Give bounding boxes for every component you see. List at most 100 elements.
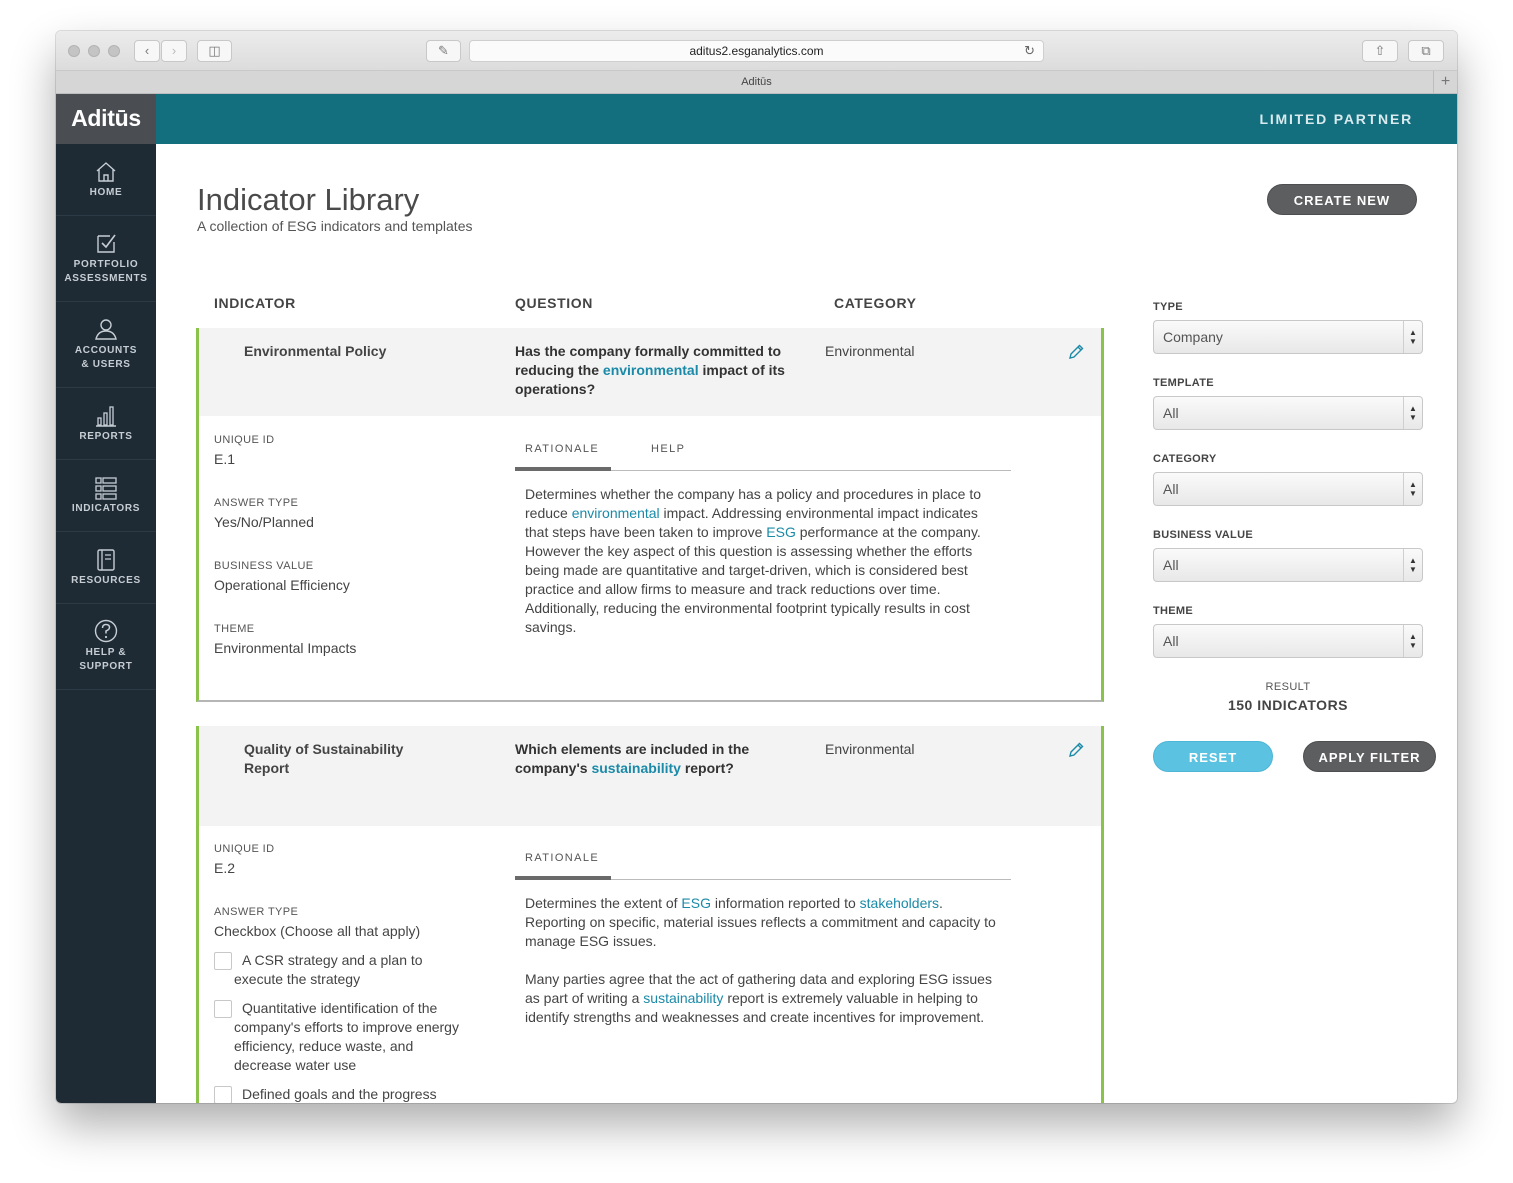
filter-business-value-label: BUSINESS VALUE: [1153, 529, 1253, 541]
select-value: All: [1163, 405, 1179, 421]
address-bar[interactable]: aditus2.esganalytics.com ↻: [469, 40, 1044, 62]
sidebar-nav: HOME PORTFOLIO ASSESSMENTS ACCOUNTS & US…: [56, 144, 156, 1103]
sidebar-toggle-icon[interactable]: ◫: [197, 40, 232, 62]
back-icon[interactable]: ‹: [134, 40, 160, 62]
filter-template-select[interactable]: All ▲ ▼: [1153, 396, 1423, 430]
book-icon: [97, 549, 115, 571]
select-value: All: [1163, 633, 1179, 649]
sidebar-item-label: REPORTS: [79, 431, 133, 442]
answer-option-checkbox[interactable]: [214, 1000, 232, 1018]
business-value-value: Operational Efficiency: [214, 577, 350, 593]
glossary-link[interactable]: sustainability: [643, 990, 723, 1006]
user-icon: [95, 319, 117, 340]
answer-option-checkbox[interactable]: [214, 952, 232, 970]
sidebar-item-label: SUPPORT: [79, 661, 133, 672]
share-icon[interactable]: ⇧: [1362, 40, 1398, 62]
sidebar-item-portfolio-assessments[interactable]: PORTFOLIO ASSESSMENTS: [56, 216, 156, 302]
select-arrows-icon: ▲ ▼: [1403, 549, 1422, 581]
select-value: Company: [1163, 329, 1223, 345]
checkbox-icon: [97, 234, 116, 253]
filter-theme-select[interactable]: All ▲ ▼: [1153, 624, 1423, 658]
rationale-text: Many parties agree that the act of gathe…: [525, 971, 992, 1025]
active-tab-indicator: [515, 876, 611, 880]
glossary-link[interactable]: sustainability: [591, 760, 680, 776]
indicator-card-header[interactable]: Quality of Sustainability Report Which e…: [199, 726, 1101, 826]
main-content: Indicator Library A collection of ESG in…: [156, 144, 1457, 1103]
tab-help[interactable]: HELP: [651, 443, 685, 455]
sidebar-item-home[interactable]: HOME: [56, 144, 156, 216]
filter-type-select[interactable]: Company ▲ ▼: [1153, 320, 1423, 354]
sidebar-item-reports[interactable]: REPORTS: [56, 388, 156, 460]
select-arrows-icon: ▲ ▼: [1403, 473, 1422, 505]
sidebar-item-label: ACCOUNTS: [74, 345, 138, 356]
create-new-button[interactable]: CREATE NEW: [1267, 184, 1417, 215]
reload-icon[interactable]: ↻: [1024, 41, 1035, 61]
filter-theme-label: THEME: [1153, 605, 1193, 617]
answer-type-value: Checkbox (Choose all that apply): [214, 923, 421, 939]
answer-type-label: ANSWER TYPE: [214, 497, 299, 509]
select-arrows-icon: ▲ ▼: [1403, 397, 1422, 429]
tabs-overview-icon[interactable]: ⧉: [1408, 40, 1444, 62]
select-value: All: [1163, 481, 1179, 497]
unique-id-value: E.2: [214, 860, 236, 876]
filter-category-select[interactable]: All ▲ ▼: [1153, 472, 1423, 506]
sidebar-item-help-support[interactable]: HELP & SUPPORT: [56, 604, 156, 690]
minimize-window-button[interactable]: [88, 45, 100, 57]
home-icon: [96, 162, 116, 182]
column-header-question[interactable]: QUESTION: [515, 295, 593, 311]
theme-value: Environmental Impacts: [214, 640, 357, 656]
indicator-card-header[interactable]: Environmental Policy Has the company for…: [199, 328, 1101, 416]
new-tab-icon[interactable]: +: [1433, 71, 1457, 93]
column-header-category[interactable]: CATEGORY: [834, 295, 917, 311]
select-arrows-icon: ▲ ▼: [1403, 321, 1422, 353]
rationale-text: Determines whether the company has a pol…: [525, 486, 982, 635]
glossary-link[interactable]: ESG: [766, 524, 796, 540]
indicator-question: Has the company formally committed to re…: [515, 343, 785, 397]
forward-icon[interactable]: ›: [161, 40, 187, 62]
close-window-button[interactable]: [68, 45, 80, 57]
tab-rationale[interactable]: RATIONALE: [525, 443, 599, 455]
filter-type-label: TYPE: [1153, 301, 1183, 313]
answer-type-value: Yes/No/Planned: [214, 514, 314, 530]
edit-pencil-icon[interactable]: [1067, 741, 1085, 759]
glossary-link[interactable]: stakeholders: [860, 895, 939, 911]
list-icon: [95, 477, 117, 500]
sidebar-item-accounts-users[interactable]: ACCOUNTS & USERS: [56, 302, 156, 388]
answer-option-label: Quantitative identification of the compa…: [234, 1000, 459, 1073]
tab-bar: Aditūs +: [56, 71, 1457, 94]
sidebar-item-label: INDICATORS: [71, 503, 141, 514]
sidebar-item-resources[interactable]: RESOURCES: [56, 532, 156, 604]
filter-category-label: CATEGORY: [1153, 453, 1217, 465]
indicator-card: Quality of Sustainability Report Which e…: [196, 726, 1104, 1103]
glossary-link[interactable]: environmental: [572, 505, 660, 521]
sidebar-item-label: RESOURCES: [71, 575, 141, 586]
answer-option-checkbox[interactable]: [214, 1086, 232, 1103]
business-value-label: BUSINESS VALUE: [214, 560, 314, 572]
sidebar-item-label: HOME: [89, 187, 123, 198]
app-logo[interactable]: Aditūs: [56, 94, 156, 144]
sidebar-item-indicators[interactable]: INDICATORS: [56, 460, 156, 532]
bar-chart-icon: [96, 406, 116, 427]
zoom-window-button[interactable]: [108, 45, 120, 57]
glossary-link[interactable]: ESG: [681, 895, 711, 911]
tab-rationale[interactable]: RATIONALE: [525, 852, 599, 864]
result-label: RESULT: [1265, 681, 1311, 693]
column-header-indicator[interactable]: INDICATOR: [214, 295, 296, 311]
rationale-text: Determines the extent of ESG information…: [525, 895, 996, 949]
browser-window: ‹ › ◫ ✎ aditus2.esganalytics.com ↻ ⇧ ⧉ A…: [56, 31, 1457, 1103]
reader-icon[interactable]: ✎: [426, 40, 461, 62]
glossary-link[interactable]: environmental: [603, 362, 699, 378]
indicator-name: Environmental Policy: [244, 343, 387, 359]
theme-label: THEME: [214, 623, 255, 635]
unique-id-value: E.1: [214, 451, 236, 467]
answer-option-label: Defined goals and the progress made towa…: [242, 1086, 437, 1102]
page-subtitle: A collection of ESG indicators and templ…: [197, 218, 473, 234]
user-role[interactable]: LIMITED PARTNER: [1259, 94, 1413, 144]
tab-title[interactable]: Aditūs: [741, 76, 772, 88]
apply-filter-button[interactable]: APPLY FILTER: [1303, 741, 1436, 772]
unique-id-label: UNIQUE ID: [214, 843, 275, 855]
select-value: All: [1163, 557, 1179, 573]
edit-pencil-icon[interactable]: [1067, 343, 1085, 361]
reset-button[interactable]: RESET: [1153, 741, 1273, 772]
filter-business-value-select[interactable]: All ▲ ▼: [1153, 548, 1423, 582]
